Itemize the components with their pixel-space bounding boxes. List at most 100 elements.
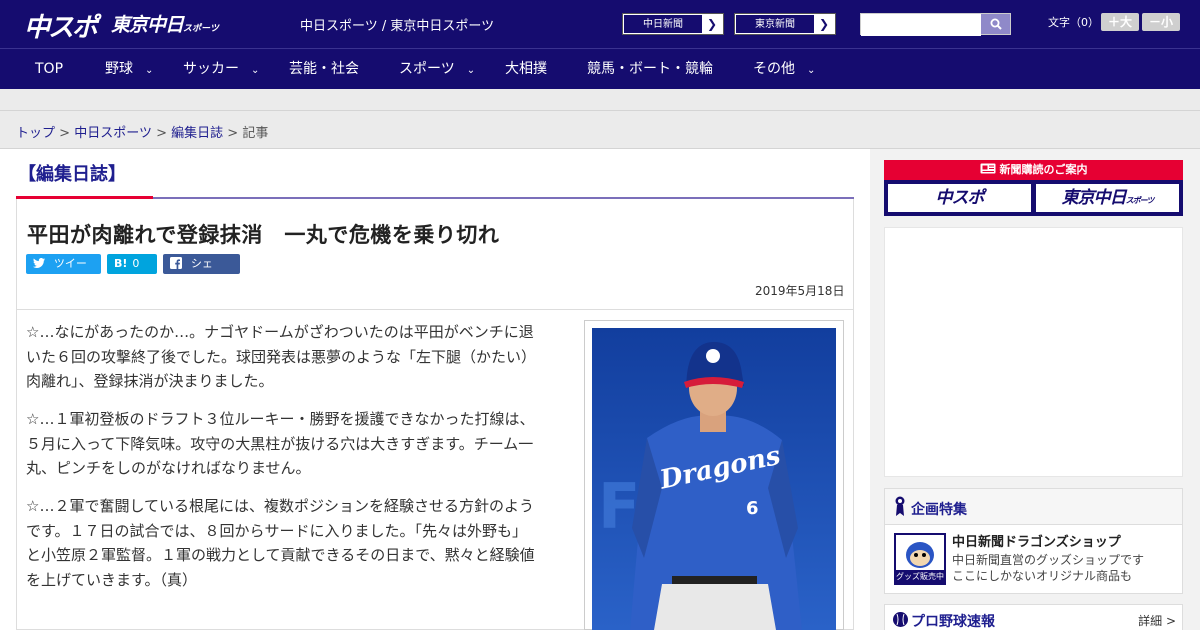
- paragraph-line: 肉離れ」、登録抹消が決まりました。: [26, 372, 274, 390]
- chuspo-logo[interactable]: 中スポ: [24, 7, 98, 44]
- shop-desc-line: ここにしかないオリジナル商品も: [952, 569, 1133, 583]
- hatena-bookmark-icon: B!: [114, 257, 128, 270]
- nav-label: 芸能・社会: [289, 61, 359, 77]
- breadcrumb-chunichi-sports[interactable]: 中日スポーツ: [74, 126, 152, 141]
- scores-title: プロ野球速報: [911, 614, 995, 630]
- twitter-bird-icon: [33, 257, 49, 270]
- breadcrumb: トップ > 中日スポーツ > 編集日誌 > 記事: [16, 122, 268, 141]
- search-button[interactable]: [981, 14, 1010, 34]
- uniform-number: 6: [746, 498, 759, 519]
- section-title: 【編集日誌】: [18, 164, 126, 185]
- tokyo-shimbun-button[interactable]: 東京新聞 ❯: [734, 13, 836, 35]
- paragraph-line: ５月に入って下降気味。攻守の大黒柱が抜ける穴は大きすぎます。チーム一: [26, 434, 534, 453]
- medal-icon: [895, 496, 905, 516]
- tokyo-chunichi-logo-small: スポーツ: [183, 24, 219, 34]
- search-input[interactable]: [861, 15, 981, 36]
- article-photo[interactable]: Fドミ Dragons 6: [592, 328, 836, 630]
- subscription-title-text: 新聞購読のご案内: [999, 163, 1088, 176]
- paragraph-line: ☆…１軍初登板のドラフト３位ルーキー・勝野を援護できなかった打線は、: [26, 410, 535, 428]
- breadcrumb-top[interactable]: トップ: [16, 126, 55, 141]
- subscription-title: 新聞購読のご案内: [884, 160, 1183, 180]
- shop-desc-line: 中日新聞直営のグッズショップです: [952, 553, 1145, 567]
- paragraph-line: と小笠原２軍監督。１軍の戦力として貢献できるその日まで、黙々と経験値: [26, 546, 535, 564]
- nav-item-other[interactable]: その他 ⌄: [753, 49, 815, 90]
- facebook-share-button[interactable]: シェア 25: [163, 254, 240, 290]
- article-paragraph: ☆…１軍初登板のドラフト３位ルーキー・勝野を援護できなかった打線は、 ５月に入っ…: [26, 407, 574, 481]
- font-smaller-button[interactable]: －小: [1142, 13, 1180, 31]
- paragraph-line: ☆…２軍で奮闘している根尾には、複数ポジションを経験させる方針のよう: [26, 497, 535, 515]
- main-nav: TOP 野球 ⌄ サッカー ⌄ 芸能・社会 スポーツ ⌄ 大相撲 競馬・ボート・競輪 …: [0, 48, 1200, 89]
- breadcrumb-separator: >: [59, 126, 71, 141]
- breadcrumb-current: 記事: [242, 126, 269, 141]
- hatena-count: 0: [132, 257, 140, 270]
- nav-item-sports[interactable]: スポーツ ⌄: [399, 49, 475, 90]
- search-icon: [990, 18, 1002, 30]
- baseball-icon: [893, 612, 908, 627]
- nav-item-soccer[interactable]: サッカー ⌄: [183, 49, 259, 90]
- breadcrumb-editorial-diary[interactable]: 編集日誌: [171, 126, 223, 141]
- site-links[interactable]: 中日スポーツ / 東京中日スポーツ: [300, 15, 494, 34]
- baseball-player-image: Fドミ Dragons 6: [592, 328, 836, 630]
- tokyo-chunichi-logo[interactable]: 東京中日スポーツ: [111, 10, 219, 37]
- article-date: 2019年5月18日: [755, 284, 845, 298]
- nav-label: サッカー: [183, 61, 239, 77]
- nav-item-top[interactable]: TOP: [35, 49, 63, 90]
- chevron-right-icon: ❯: [818, 17, 829, 31]
- article-paragraph: ☆…なにがあったのか…。ナゴヤドームがざわついたのは平田がベンチに退 いた６回の…: [26, 320, 574, 394]
- tokyo-chunichi-logo-text: 東京中日: [111, 14, 184, 36]
- paragraph-line: 丸、ピンチをしのがなければなりません。: [26, 459, 311, 477]
- font-size-label: 文字（0）: [1048, 16, 1099, 29]
- chevron-down-icon: ⌄: [807, 65, 816, 76]
- subscribe-tokyo-chunichi-text: 東京中日: [1061, 188, 1127, 208]
- breadcrumb-separator: >: [156, 126, 167, 141]
- shop-badge: グッズ販売中: [896, 572, 944, 581]
- nav-label: 競馬・ボート・競輪: [587, 61, 713, 77]
- feature-header: 企画特集: [885, 489, 1182, 525]
- top-header: 中スポ 東京中日スポーツ 中日スポーツ / 東京中日スポーツ 中日新聞 ❯ 東京…: [0, 0, 1200, 48]
- subscribe-tokyo-chunichi-button[interactable]: 東京中日スポーツ: [1036, 184, 1179, 212]
- nav-label: TOP: [35, 61, 64, 77]
- spacer-band: [0, 89, 1200, 111]
- pro-baseball-scores-panel: プロ野球速報 詳細 >: [884, 604, 1183, 630]
- article-paragraph: ☆…２軍で奮闘している根尾には、複数ポジションを経験させる方針のよう です。１７…: [26, 494, 574, 592]
- shop-name-link[interactable]: 中日新聞ドラゴンズショップ: [952, 531, 1121, 550]
- dragons-shop-image[interactable]: グッズ販売中: [894, 533, 946, 585]
- search-box: [860, 13, 1011, 36]
- chevron-right-icon: ❯: [706, 17, 717, 31]
- chunichi-shimbun-label: 中日新聞: [623, 14, 703, 34]
- tweet-button[interactable]: ツイート: [26, 254, 101, 290]
- chevron-down-icon: ⌄: [145, 65, 154, 76]
- article-headline: 平田が肉離れで登録抹消 一丸で危機を乗り切れ: [27, 223, 500, 247]
- scores-more-link[interactable]: 詳細 >: [1138, 612, 1176, 629]
- chunichi-shimbun-button[interactable]: 中日新聞 ❯: [622, 13, 724, 35]
- divider: [16, 309, 854, 310]
- facebook-icon: [170, 257, 186, 270]
- font-larger-button[interactable]: ＋大: [1101, 13, 1139, 31]
- nav-item-entertainment[interactable]: 芸能・社会: [289, 49, 359, 90]
- breadcrumb-separator: >: [227, 126, 239, 141]
- subscription-banner[interactable]: 新聞購読のご案内 中スポ 東京中日スポーツ: [884, 160, 1183, 216]
- paragraph-line: です。１７日の試合では、８回からサードに入りました。「先々は外野も」: [26, 521, 528, 540]
- nav-label: 野球: [105, 61, 133, 77]
- subscribe-tokyo-chunichi-small: スポーツ: [1125, 196, 1155, 205]
- nav-label: 大相撲: [505, 61, 547, 77]
- chevron-down-icon: ⌄: [466, 65, 476, 76]
- tokyo-shimbun-label: 東京新聞: [735, 14, 815, 34]
- hatena-bookmark-button[interactable]: B! 0: [107, 254, 157, 274]
- feature-panel: 企画特集 グッズ販売中 中日新聞ドラゴンズショップ 中日新聞直営のグッズショップ…: [884, 488, 1183, 594]
- paragraph-line: ☆…なにがあったのか…。ナゴヤドームがざわついたのは平田がベンチに退: [26, 323, 534, 341]
- subscribe-chuspo-button[interactable]: 中スポ: [888, 184, 1031, 212]
- facebook-count: 25: [184, 277, 199, 290]
- paragraph-line: を上げていきます。（真）: [26, 570, 198, 589]
- ad-slot: [884, 227, 1183, 477]
- newspaper-icon: [980, 163, 995, 174]
- nav-item-sumo[interactable]: 大相撲: [505, 49, 547, 90]
- nav-item-racing[interactable]: 競馬・ボート・競輪: [587, 49, 713, 90]
- nav-label: その他: [753, 61, 795, 77]
- paragraph-line: いた６回の攻撃終了後でした。球団発表は悪夢のような「左下腿（かたい）: [26, 347, 537, 366]
- feature-title: 企画特集: [911, 502, 967, 518]
- shop-description: 中日新聞直営のグッズショップです ここにしかないオリジナル商品も: [952, 552, 1144, 584]
- nav-item-baseball[interactable]: 野球 ⌄: [105, 49, 153, 90]
- nav-label: スポーツ: [399, 61, 455, 77]
- chevron-down-icon: ⌄: [251, 65, 260, 76]
